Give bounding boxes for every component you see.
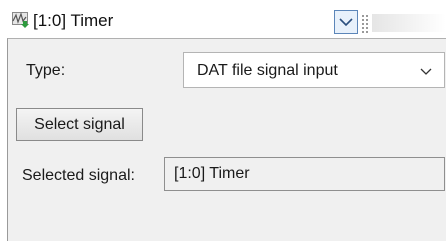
type-dropdown-value: DAT file signal input — [197, 62, 338, 79]
item-title: [1:0] Timer — [33, 11, 114, 30]
collapse-button[interactable] — [334, 10, 358, 34]
header-fade — [372, 14, 446, 32]
properties-panel: Type: DAT file signal input Select signa… — [7, 38, 446, 241]
selected-signal-label: Selected signal: — [22, 167, 135, 184]
type-label: Type: — [26, 62, 66, 79]
signal-icon — [12, 12, 30, 29]
chevron-down-icon — [339, 18, 353, 27]
select-signal-button[interactable]: Select signal — [16, 108, 143, 141]
chevron-down-icon — [420, 68, 432, 75]
selected-signal-field[interactable] — [164, 157, 445, 191]
item-header: [1:0] Timer — [0, 0, 446, 38]
type-dropdown[interactable]: DAT file signal input — [183, 52, 445, 88]
resize-grip[interactable] — [361, 14, 371, 34]
